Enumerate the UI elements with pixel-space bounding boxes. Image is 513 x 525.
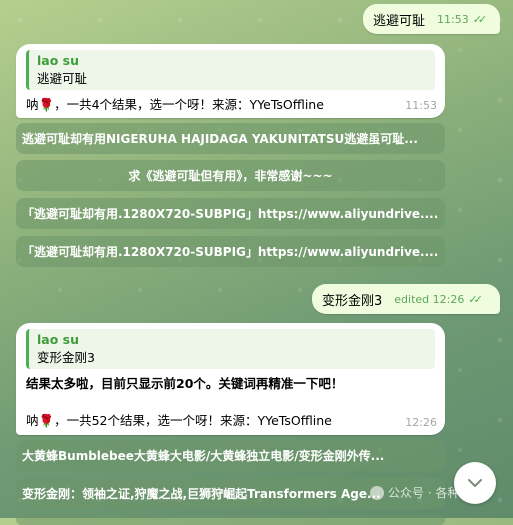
outgoing-message[interactable]: 变形金刚3 edited 12:26 ✓✓ [312,284,500,314]
inline-keyboard-button[interactable]: 逃避可耻却有用NIGERUHA HAJIDAGA YAKUNITATSU逃避虽可… [16,123,445,154]
message-time: 11:53 [437,12,469,26]
watermark: 公众号 · 各种折腾 [370,484,483,501]
button-label: 变形金刚：领袖之证,狩魔之战,巨狮狩崛起Transformers Age... [22,487,381,501]
message-meta: 11:53 ✓✓ [437,12,488,26]
message-text: 逃避可耻 [373,13,426,29]
message-body: 呐🌹，一共52个结果，选一个呀！来源：YYeTsOffline [26,413,332,428]
quote-author: lao su [37,332,79,347]
message-text: 变形金刚3 [322,293,383,309]
message-time: 12:26 [405,416,437,429]
reply-quote[interactable]: lao su 逃避可耻 [26,50,435,90]
button-label: 「逃避可耻却有用.1280X720-SUBPIG」https://www.ali… [22,207,439,221]
button-label: 逃避可耻却有用NIGERUHA HAJIDAGA YAKUNITATSU逃避虽可… [22,132,418,146]
wechat-icon [370,485,384,500]
quote-author: lao su [37,53,79,68]
message-body: 呐🌹，一共4个结果，选一个呀！来源：YYeTsOffline [26,97,324,112]
incoming-message[interactable]: lao su 逃避可耻 呐🌹，一共4个结果，选一个呀！来源：YYeTsOffli… [16,44,445,118]
inline-keyboard-button[interactable]: 求《逃避可耻但有用》，非常感谢~~~ [16,160,445,191]
inline-keyboard-button[interactable]: 「逃避可耻却有用.1280X720-SUBPIG」https://www.ali… [16,236,445,267]
quote-text: 变形金刚3 [37,350,95,365]
double-check-icon: ✓✓ [472,12,488,26]
inline-keyboard-button[interactable]: 「逃避可耻却有用.1280X720-SUBPIG」https://www.ali… [16,198,445,229]
incoming-message[interactable]: lao su 变形金刚3 结果太多啦，目前只显示前20个。关键词再精准一下吧！ … [16,323,445,435]
inline-keyboard-button[interactable] [16,515,445,525]
double-check-icon: ✓✓ [468,292,483,306]
reply-quote[interactable]: lao su 变形金刚3 [26,329,435,369]
message-time: 11:53 [405,99,437,112]
button-label: 「逃避可耻却有用.1280X720-SUBPIG」https://www.ali… [22,245,439,259]
outgoing-message[interactable]: 逃避可耻 11:53 ✓✓ [363,4,500,34]
inline-keyboard-button[interactable]: 大黄蜂Bumblebee大黄蜂大电影/大黄蜂独立电影/变形金刚外传... [16,440,445,471]
message-time: edited 12:26 [394,292,465,306]
message-meta: edited 12:26 ✓✓ [394,292,483,306]
button-label: 大黄蜂Bumblebee大黄蜂大电影/大黄蜂独立电影/变形金刚外传... [22,449,385,463]
watermark-text: 公众号 · 各种折腾 [388,486,484,500]
button-label: 求《逃避可耻但有用》，非常感谢~~~ [128,169,333,183]
message-notice: 结果太多啦，目前只显示前20个。关键词再精准一下吧！ [26,376,344,391]
quote-text: 逃避可耻 [37,71,88,86]
